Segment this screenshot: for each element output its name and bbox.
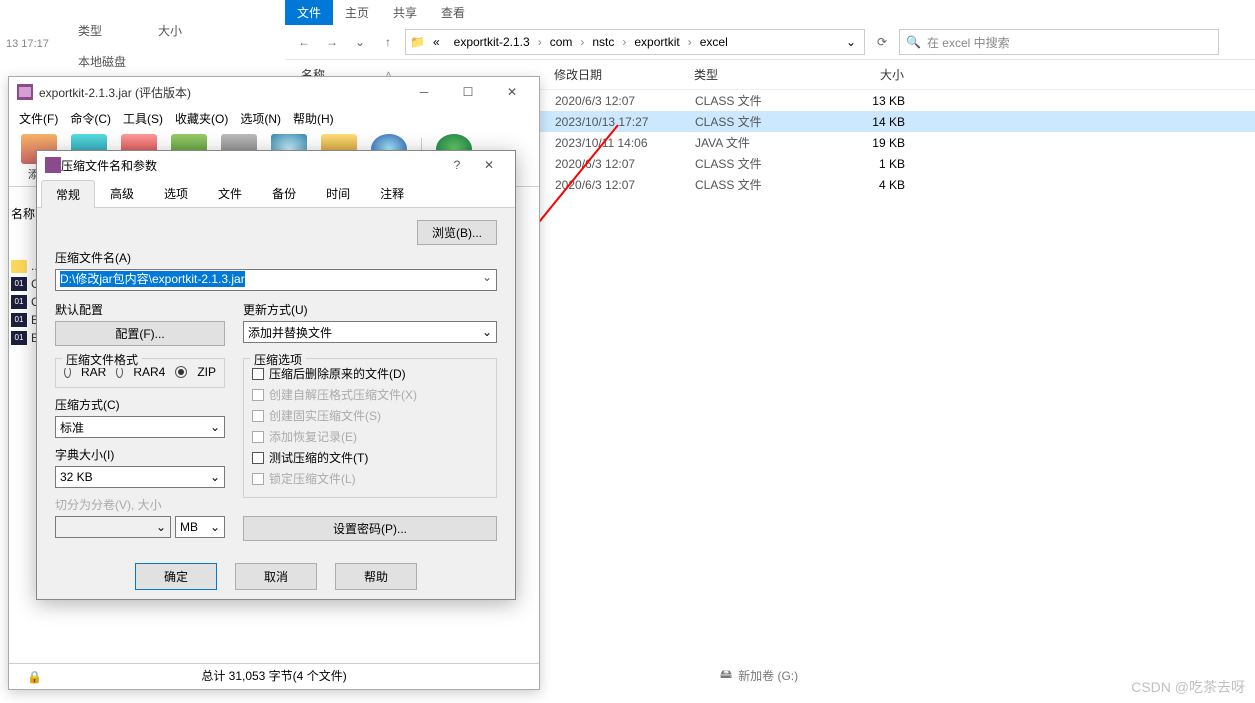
- dialog-close-button[interactable]: ✕: [471, 158, 507, 172]
- split-unit-select[interactable]: MB⌄: [175, 516, 225, 538]
- tab-share[interactable]: 共享: [381, 0, 429, 25]
- menu-file[interactable]: 文件(F): [19, 110, 58, 127]
- menu-help[interactable]: 帮助(H): [293, 110, 334, 127]
- search-icon: 🔍: [906, 35, 921, 49]
- search-input[interactable]: 🔍 在 excel 中搜索: [899, 29, 1219, 55]
- search-placeholder: 在 excel 中搜索: [927, 34, 1010, 51]
- close-button[interactable]: ✕: [493, 81, 531, 103]
- col-date[interactable]: 修改日期: [554, 66, 694, 83]
- winrar-icon: [17, 84, 33, 100]
- folder-icon: 📁: [410, 35, 425, 49]
- cb-recovery: [252, 431, 264, 443]
- nav-back[interactable]: ←: [293, 31, 315, 53]
- tab-backup[interactable]: 备份: [257, 179, 311, 207]
- update-mode-select[interactable]: 添加并替换文件⌄: [243, 321, 497, 343]
- winrar-title: exportkit-2.1.3.jar (评估版本): [39, 84, 399, 101]
- tab-view[interactable]: 查看: [429, 0, 477, 25]
- method-select[interactable]: 标准⌄: [55, 416, 225, 438]
- col-size[interactable]: 大小: [834, 66, 914, 83]
- bc-0[interactable]: exportkit-2.1.3: [448, 33, 536, 51]
- menu-fav[interactable]: 收藏夹(O): [175, 110, 228, 127]
- cb-sfx: [252, 389, 264, 401]
- dialog-help-button[interactable]: ?: [443, 158, 471, 172]
- archive-name-input[interactable]: D:\修改jar包内容\exportkit-2.1.3.jar⌄: [55, 269, 497, 291]
- split-label: 切分为分卷(V), 大小: [55, 496, 225, 513]
- dict-select[interactable]: 32 KB⌄: [55, 466, 225, 488]
- tab-file[interactable]: 文件: [285, 0, 333, 25]
- cb-lock: [252, 473, 264, 485]
- tab-files[interactable]: 文件: [203, 179, 257, 207]
- maximize-button[interactable]: ☐: [449, 81, 487, 103]
- menu-tools[interactable]: 工具(S): [123, 110, 163, 127]
- format-legend: 压缩文件格式: [62, 351, 142, 368]
- nav-history-dropdown[interactable]: ⌄: [349, 31, 371, 53]
- watermark: CSDN @吃茶去呀: [1131, 677, 1245, 697]
- bc-4[interactable]: excel: [694, 33, 734, 51]
- winrar-icon: [45, 157, 61, 173]
- bc-2[interactable]: nstc: [586, 33, 620, 51]
- bc-dropdown[interactable]: ⌄: [842, 35, 860, 49]
- refresh-button[interactable]: ⟳: [871, 31, 893, 53]
- ok-button[interactable]: 确定: [135, 563, 217, 590]
- bg-type-label: 类型: [78, 22, 102, 39]
- dict-label: 字典大小(I): [55, 446, 225, 463]
- chevron-down-icon[interactable]: ⌄: [482, 270, 492, 284]
- method-label: 压缩方式(C): [55, 396, 225, 413]
- winrar-status: 总计 31,053 字节(4 个文件): [9, 663, 539, 687]
- dialog-title: 压缩文件名和参数: [61, 157, 443, 174]
- cb-delete[interactable]: [252, 368, 264, 380]
- lock-icon: 🔒: [27, 670, 42, 684]
- options-legend: 压缩选项: [250, 351, 306, 368]
- archive-name-label: 压缩文件名(A): [55, 249, 497, 266]
- password-button[interactable]: 设置密码(P)...: [243, 516, 497, 541]
- drive-item[interactable]: 🖴 新加卷 (G:): [720, 665, 798, 686]
- profile-label: 默认配置: [55, 301, 225, 318]
- bg-size-label: 大小: [158, 22, 182, 39]
- winrar-col-name[interactable]: 名称: [11, 205, 35, 222]
- cb-solid: [252, 410, 264, 422]
- cb-test[interactable]: [252, 452, 264, 464]
- nav-up[interactable]: ↑: [377, 31, 399, 53]
- menu-options[interactable]: 选项(N): [240, 110, 281, 127]
- bc-1[interactable]: com: [544, 33, 579, 51]
- update-label: 更新方式(U): [243, 301, 497, 318]
- breadcrumb[interactable]: 📁 « exportkit-2.1.3› com› nstc› exportki…: [405, 29, 865, 55]
- minimize-button[interactable]: ─: [405, 81, 443, 103]
- archive-dialog: 压缩文件名和参数 ? ✕ 常规 高级 选项 文件 备份 时间 注释 浏览(B).…: [36, 150, 516, 600]
- tab-options[interactable]: 选项: [149, 179, 203, 207]
- chevron-down-icon: ⌄: [482, 325, 492, 339]
- bc-pre[interactable]: «: [427, 33, 446, 51]
- col-type[interactable]: 类型: [694, 66, 834, 83]
- bc-3[interactable]: exportkit: [628, 33, 685, 51]
- cancel-button[interactable]: 取消: [235, 563, 317, 590]
- drive-icon: 🖴: [720, 665, 732, 686]
- bg-timestamp: 13 17:17: [6, 38, 49, 50]
- tab-comment[interactable]: 注释: [365, 179, 419, 207]
- radio-zip[interactable]: [175, 366, 187, 378]
- tab-time[interactable]: 时间: [311, 179, 365, 207]
- browse-button[interactable]: 浏览(B)...: [417, 220, 497, 245]
- tab-home[interactable]: 主页: [333, 0, 381, 25]
- nav-forward[interactable]: →: [321, 31, 343, 53]
- split-size-select: ⌄: [55, 516, 171, 538]
- help-button[interactable]: 帮助: [335, 563, 417, 590]
- tab-advanced[interactable]: 高级: [95, 179, 149, 207]
- bg-trash: 本地磁盘: [78, 53, 126, 70]
- menu-cmd[interactable]: 命令(C): [70, 110, 111, 127]
- tab-general[interactable]: 常规: [41, 180, 95, 208]
- profile-button[interactable]: 配置(F)...: [55, 321, 225, 346]
